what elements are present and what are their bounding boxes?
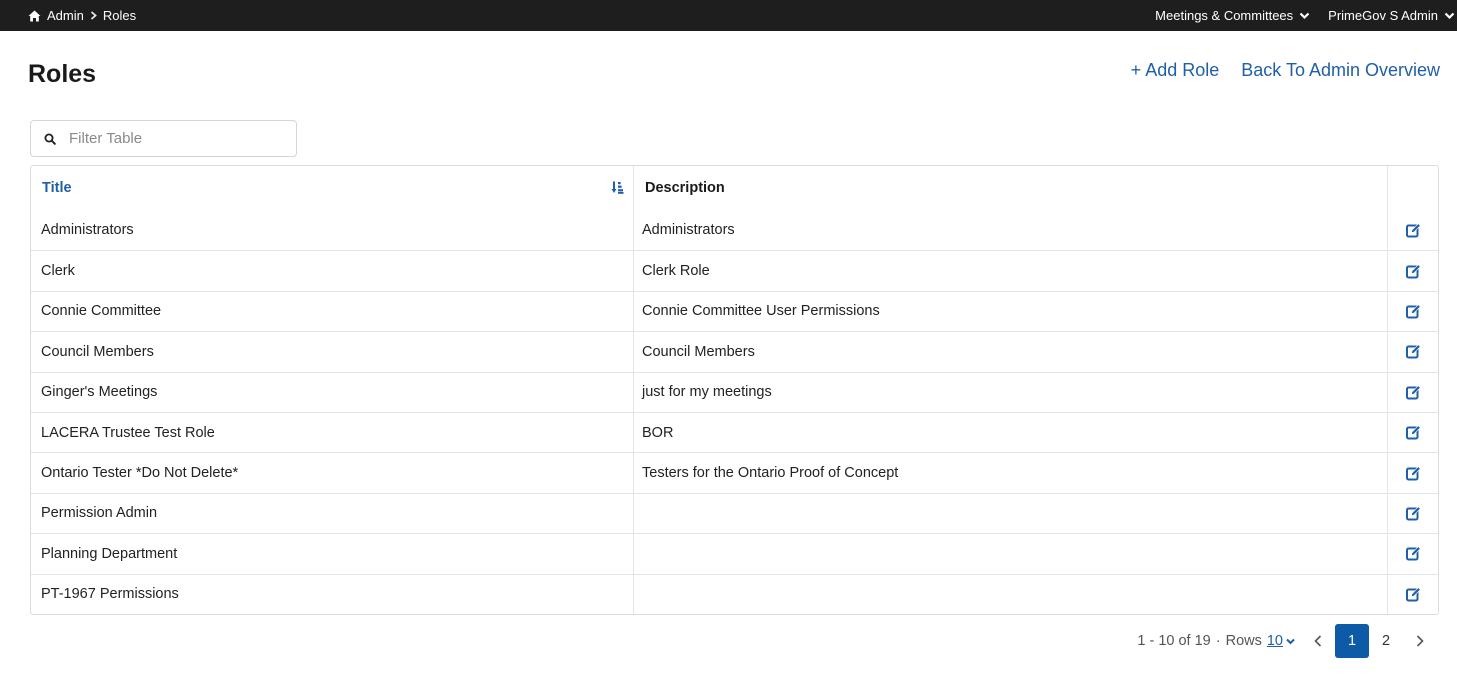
role-description-cell: Connie Committee User Permissions (634, 291, 1388, 332)
edit-cell (1388, 413, 1438, 452)
separator-dot: · (1215, 633, 1221, 649)
table-row: PT-1967 Permissions (31, 573, 1438, 614)
role-title-cell: Permission Admin (31, 493, 634, 534)
breadcrumb-admin[interactable]: Admin (47, 8, 84, 23)
page-2-button[interactable]: 2 (1369, 624, 1403, 658)
edit-icon[interactable] (1405, 222, 1421, 238)
title-column-header[interactable]: Title (31, 166, 634, 210)
role-title-cell: Connie Committee (31, 291, 634, 332)
page-1-button[interactable]: 1 (1335, 624, 1369, 658)
breadcrumb-roles: Roles (102, 8, 137, 23)
previous-page-button[interactable] (1301, 624, 1335, 658)
table-row: Permission Admin (31, 492, 1438, 534)
edit-icon[interactable] (1405, 465, 1421, 481)
add-role-link[interactable]: + Add Role (1131, 60, 1220, 81)
search-icon (31, 133, 69, 145)
role-description-cell (634, 534, 1388, 574)
role-title-cell: PT-1967 Permissions (31, 574, 634, 614)
top-bar: Admin Roles Meetings & Committees PrimeG… (0, 0, 1457, 31)
chevron-right-icon (90, 11, 97, 20)
role-description-cell: Clerk Role (634, 251, 1388, 291)
edit-cell (1388, 373, 1438, 412)
edit-icon[interactable] (1405, 263, 1421, 279)
role-title-cell: Planning Department (31, 534, 634, 574)
description-column-header[interactable]: Description (634, 166, 1388, 210)
actions-column-header (1388, 166, 1438, 210)
edit-cell (1388, 292, 1438, 331)
edit-cell (1388, 534, 1438, 573)
role-title-cell: LACERA Trustee Test Role (31, 412, 634, 453)
user-name: PrimeGov S Admin (1328, 8, 1438, 23)
table-row: LACERA Trustee Test Role BOR (31, 411, 1438, 453)
role-description-cell (634, 574, 1388, 614)
next-page-button[interactable] (1403, 624, 1437, 658)
role-description-cell (634, 493, 1388, 534)
rows-per-page-select[interactable]: 10 (1267, 633, 1283, 649)
column-header-label: Title (42, 180, 72, 196)
edit-icon[interactable] (1405, 385, 1421, 400)
edit-icon[interactable] (1405, 425, 1421, 440)
home-icon[interactable] (28, 10, 41, 22)
role-description-cell: BOR (634, 412, 1388, 453)
edit-icon[interactable] (1405, 304, 1421, 319)
chevron-down-icon[interactable] (1286, 638, 1295, 645)
edit-cell (1388, 210, 1438, 250)
user-menu[interactable]: PrimeGov S Admin (1328, 8, 1455, 23)
back-to-admin-overview-link[interactable]: Back To Admin Overview (1241, 60, 1440, 81)
table-row: Connie Committee Connie Committee User Pe… (31, 290, 1438, 332)
edit-icon[interactable] (1405, 506, 1421, 521)
table-header-row: Title Description (31, 166, 1438, 210)
edit-cell (1388, 575, 1438, 614)
pagination: 1 - 10 of 19 · Rows 10 1 2 (1137, 624, 1437, 658)
menu-label: Meetings & Committees (1155, 8, 1294, 23)
page-title: Roles (28, 60, 97, 88)
role-title-cell: Administrators (31, 210, 634, 251)
filter-table-input[interactable] (69, 130, 269, 147)
table-row: Clerk Clerk Role (31, 250, 1438, 291)
table-row: Administrators Administrators (31, 210, 1438, 251)
rows-label: Rows (1225, 633, 1262, 649)
role-description-cell: just for my meetings (634, 372, 1388, 412)
chevron-down-icon (1444, 12, 1455, 20)
breadcrumb: Admin Roles (28, 0, 136, 31)
role-title-cell: Ontario Tester *Do Not Delete* (31, 453, 634, 493)
edit-cell (1388, 494, 1438, 533)
meetings-committees-menu[interactable]: Meetings & Committees (1155, 8, 1310, 23)
table-row: Ginger's Meetings just for my meetings (31, 371, 1438, 412)
chevron-down-icon (1299, 12, 1310, 20)
table-row: Planning Department (31, 533, 1438, 574)
role-title-cell: Ginger's Meetings (31, 372, 634, 412)
role-title-cell: Clerk (31, 251, 634, 291)
role-description-cell: Administrators (634, 210, 1388, 251)
filter-box (30, 120, 297, 157)
role-description-cell: Council Members (634, 332, 1388, 372)
edit-icon[interactable] (1405, 546, 1421, 561)
table-row: Ontario Tester *Do Not Delete* Testers fo… (31, 452, 1438, 493)
edit-cell (1388, 332, 1438, 371)
role-description-cell: Testers for the Ontario Proof of Concept (634, 453, 1388, 493)
roles-table: Title Description Administrators Administ… (30, 165, 1439, 615)
pagination-range: 1 - 10 of 19 (1137, 633, 1211, 649)
sort-ascending-icon[interactable] (611, 181, 624, 198)
role-title-cell: Council Members (31, 332, 634, 372)
edit-icon[interactable] (1405, 344, 1421, 359)
edit-cell (1388, 251, 1438, 290)
edit-icon[interactable] (1405, 586, 1421, 602)
table-row: Council Members Council Members (31, 331, 1438, 372)
table-body: Administrators Administrators Clerk Clerk R… (31, 210, 1438, 614)
edit-cell (1388, 453, 1438, 492)
